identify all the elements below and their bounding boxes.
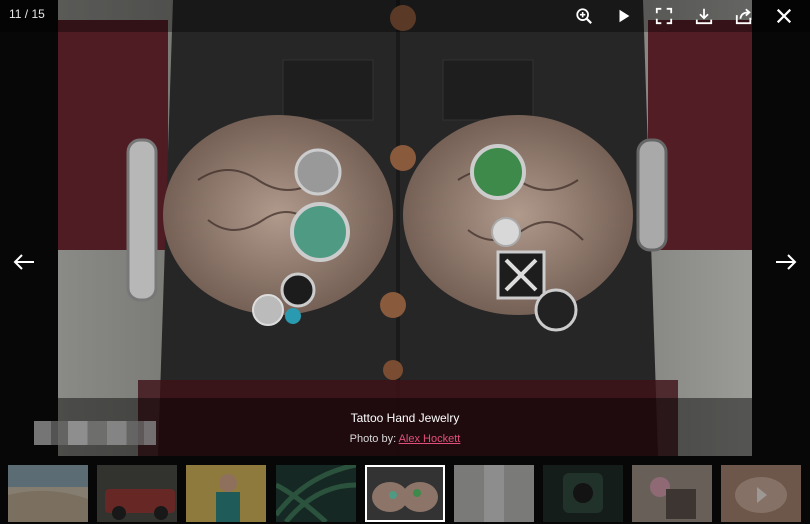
main-image [58,0,752,456]
thumbnail-1[interactable] [8,465,88,522]
caption-title: Tattoo Hand Jewelry [350,411,460,425]
thumbnail-4[interactable] [276,465,356,522]
photographer-link[interactable]: Alex Hockett [399,433,461,445]
credit-prefix: Photo by: [349,433,397,445]
slide-counter: 11 / 15 [9,7,45,21]
arrow-right-icon [776,254,797,270]
close-button[interactable] [764,0,804,32]
viewer-toolbar [564,0,804,32]
image-caption: Tattoo Hand Jewelry Photo by: Alex Hocke… [58,398,752,456]
thumbnail-6[interactable] [454,465,534,522]
download-button[interactable] [684,0,724,32]
photo-tattooed-hands [58,0,752,456]
thumbnail-9[interactable] [721,465,801,522]
play-icon [619,9,630,23]
fullscreen-icon [655,7,673,25]
thumbnail-8[interactable] [632,465,712,522]
thumbnail-strip [0,464,810,522]
previous-button[interactable] [4,244,44,280]
close-icon [776,8,792,24]
fullscreen-button[interactable] [644,0,684,32]
share-button[interactable] [724,0,764,32]
slideshow-play-button[interactable] [604,0,644,32]
thumbnail-5-active[interactable] [365,465,445,522]
viewer-topbar: 11 / 15 [0,0,810,32]
thumbnail-2[interactable] [97,465,177,522]
blurred-watermark [34,421,156,445]
thumbnail-7[interactable] [543,465,623,522]
next-button[interactable] [766,244,806,280]
share-icon [735,8,752,25]
thumbnail-3[interactable] [186,465,266,522]
download-icon [695,8,713,25]
arrow-left-icon [13,254,34,270]
zoom-in-icon [576,8,592,24]
caption-credit: Photo by: Alex Hockett [58,433,752,445]
zoom-button[interactable] [564,0,604,32]
